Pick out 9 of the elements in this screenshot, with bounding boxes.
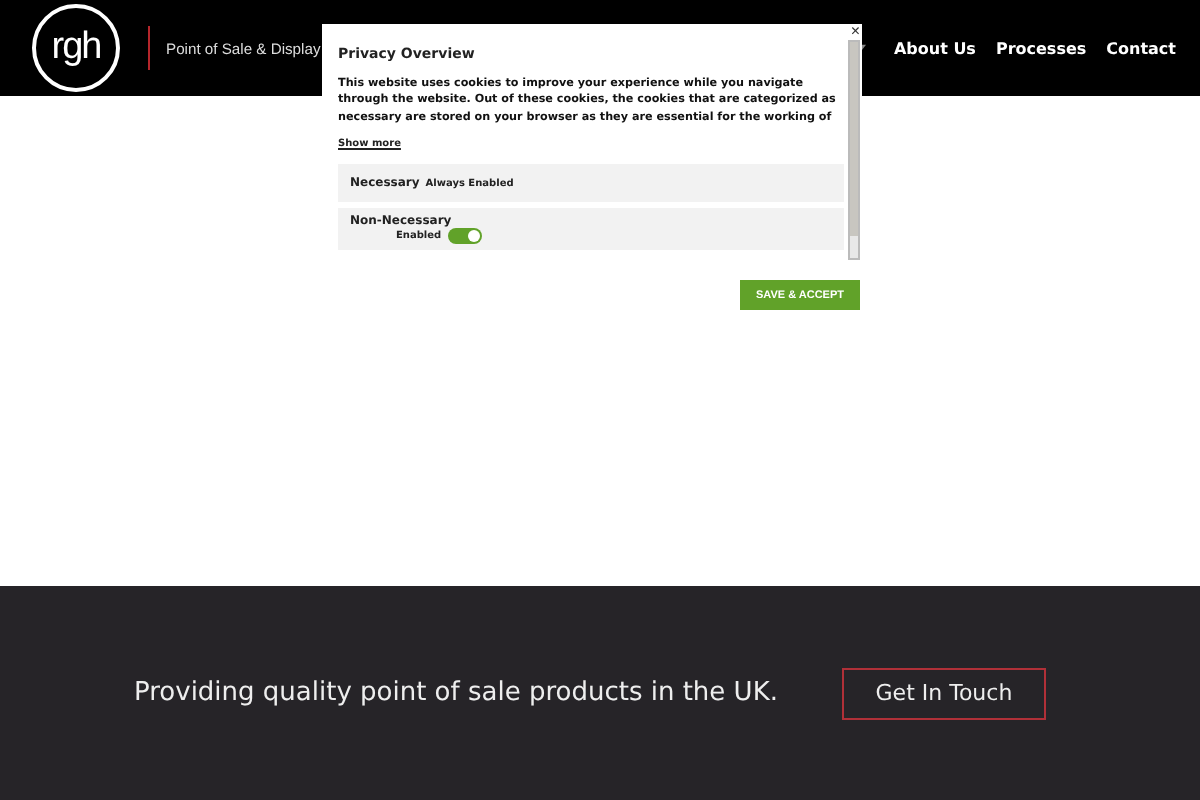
close-button[interactable]: × [848, 24, 862, 40]
nav-link[interactable]: Contact [1106, 39, 1176, 57]
get-in-touch-button[interactable]: Get In Touch [841, 667, 1046, 719]
nav-link[interactable]: Processes [995, 39, 1087, 57]
toggle-switch[interactable] [447, 228, 482, 244]
logo[interactable]: rgh [32, 4, 120, 92]
scrollbar[interactable] [848, 40, 860, 260]
nav-link[interactable]: About Us [893, 39, 976, 57]
footer-text: Providing quality point of sale products in the UK. [134, 678, 778, 708]
